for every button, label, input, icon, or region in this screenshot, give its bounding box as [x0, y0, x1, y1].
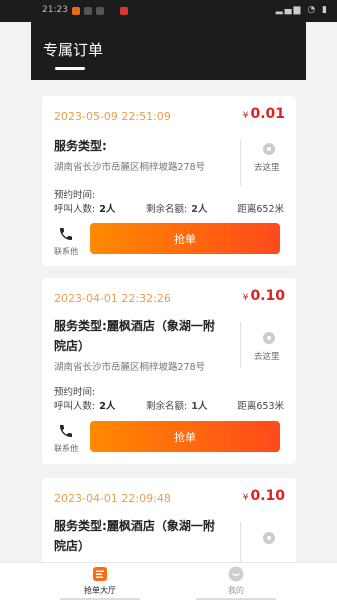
- bottom-tab-bar: 抢单大厅 我的: [0, 562, 337, 601]
- distance: 距离652米: [237, 204, 284, 215]
- status-time: 21:23: [42, 5, 68, 15]
- order-hall-icon: [93, 567, 107, 581]
- price-value: 0.01: [250, 106, 285, 122]
- price-value: 0.10: [250, 288, 285, 304]
- notification-icon: [120, 7, 128, 15]
- service-type-label: 服务类型:: [54, 319, 107, 333]
- remaining-value: 2人: [191, 204, 208, 215]
- location-pin-icon[interactable]: [263, 332, 275, 344]
- remaining-label: 剩余名额:: [146, 204, 188, 215]
- currency-symbol: ¥: [242, 111, 249, 121]
- service-type: 服务类型:麗枫酒店（象湖一附院店）: [54, 516, 236, 556]
- tab-label: 我的: [228, 586, 244, 595]
- page-title: 专属订单: [43, 41, 104, 59]
- profile-icon: [228, 566, 244, 582]
- header-gutter-right: [306, 22, 337, 80]
- phone-icon[interactable]: [58, 226, 74, 242]
- order-price: ¥0.10: [243, 488, 285, 504]
- remaining-value: 1人: [191, 401, 208, 412]
- appointment-time: 预约时间:: [54, 387, 96, 398]
- app-header: 专属订单: [31, 22, 306, 80]
- remaining-slots: 剩余名额: 1人: [146, 398, 207, 412]
- divider: [240, 322, 241, 368]
- distance: 距离653米: [237, 401, 284, 412]
- callers-value: 2人: [99, 401, 116, 412]
- navigate-here-link[interactable]: 去这里: [254, 350, 280, 362]
- location-pin-icon[interactable]: [263, 532, 275, 544]
- tab-profile[interactable]: 我的: [201, 566, 271, 596]
- grab-order-button[interactable]: 抢单: [90, 223, 280, 254]
- service-type: 服务类型:: [54, 136, 107, 156]
- order-card[interactable]: 2023-05-09 22:51:09 ¥0.01 服务类型: 湖南省长沙市岳麓…: [42, 96, 296, 266]
- service-type-label: 服务类型:: [54, 139, 107, 153]
- service-type-label: 服务类型:: [54, 519, 107, 533]
- tab-order-hall[interactable]: 抢单大厅: [65, 566, 135, 596]
- order-price: ¥0.10: [243, 288, 285, 304]
- notification-icon: [84, 7, 92, 15]
- order-date: 2023-04-01 22:09:48: [54, 492, 171, 505]
- contact-label[interactable]: 联系他: [54, 443, 78, 454]
- divider: [240, 140, 241, 186]
- price-value: 0.10: [250, 488, 285, 504]
- order-price: ¥0.01: [243, 106, 285, 122]
- callers-count: 呼叫人数: 2人: [54, 398, 115, 412]
- signal-battery-icons: ▂▄▆ ◔ ▮: [275, 5, 329, 15]
- callers-label: 呼叫人数:: [54, 401, 96, 412]
- title-underline: [55, 67, 85, 70]
- tab-label: 抢单大厅: [84, 586, 116, 595]
- divider: [240, 522, 241, 562]
- order-address: 湖南省长沙市岳麓区桐梓坡路278号: [54, 162, 206, 173]
- order-date: 2023-04-01 22:32:26: [54, 292, 171, 305]
- service-type-name-line1: 麗枫酒店（象湖一附: [106, 319, 215, 333]
- currency-symbol: ¥: [242, 493, 249, 503]
- callers-value: 2人: [99, 204, 116, 215]
- app-notification-icon: [72, 7, 80, 15]
- service-type: 服务类型:麗枫酒店（象湖一附院店）: [54, 316, 236, 356]
- status-bar: 21:23 ▂▄▆ ◔ ▮: [0, 0, 337, 22]
- order-card[interactable]: 2023-04-01 22:32:26 ¥0.10 服务类型:麗枫酒店（象湖一附…: [42, 278, 296, 464]
- callers-label: 呼叫人数:: [54, 204, 96, 215]
- currency-symbol: ¥: [242, 293, 249, 303]
- notification-icon: [96, 7, 104, 15]
- remaining-label: 剩余名额:: [146, 401, 188, 412]
- service-type-name-line1: 麗枫酒店（象湖一附: [106, 519, 215, 533]
- grab-order-button[interactable]: 抢单: [90, 421, 280, 452]
- remaining-slots: 剩余名额: 2人: [146, 201, 207, 215]
- order-card[interactable]: 2023-04-01 22:09:48 ¥0.10 服务类型:麗枫酒店（象湖一附…: [42, 478, 296, 562]
- order-list[interactable]: 2023-05-09 22:51:09 ¥0.01 服务类型: 湖南省长沙市岳麓…: [0, 80, 337, 562]
- navigate-here-link[interactable]: 去这里: [254, 161, 280, 173]
- order-date: 2023-05-09 22:51:09: [54, 110, 171, 123]
- callers-count: 呼叫人数: 2人: [54, 201, 115, 215]
- contact-label[interactable]: 联系他: [54, 246, 78, 257]
- header-gutter-left: [0, 22, 31, 80]
- appointment-time: 预约时间:: [54, 190, 96, 201]
- phone-icon[interactable]: [58, 423, 74, 439]
- service-type-name-line2: 院店）: [54, 539, 91, 553]
- location-pin-icon[interactable]: [263, 143, 275, 155]
- service-type-name-line2: 院店）: [54, 339, 91, 353]
- order-address: 湖南省长沙市岳麓区桐梓坡路278号: [54, 362, 206, 373]
